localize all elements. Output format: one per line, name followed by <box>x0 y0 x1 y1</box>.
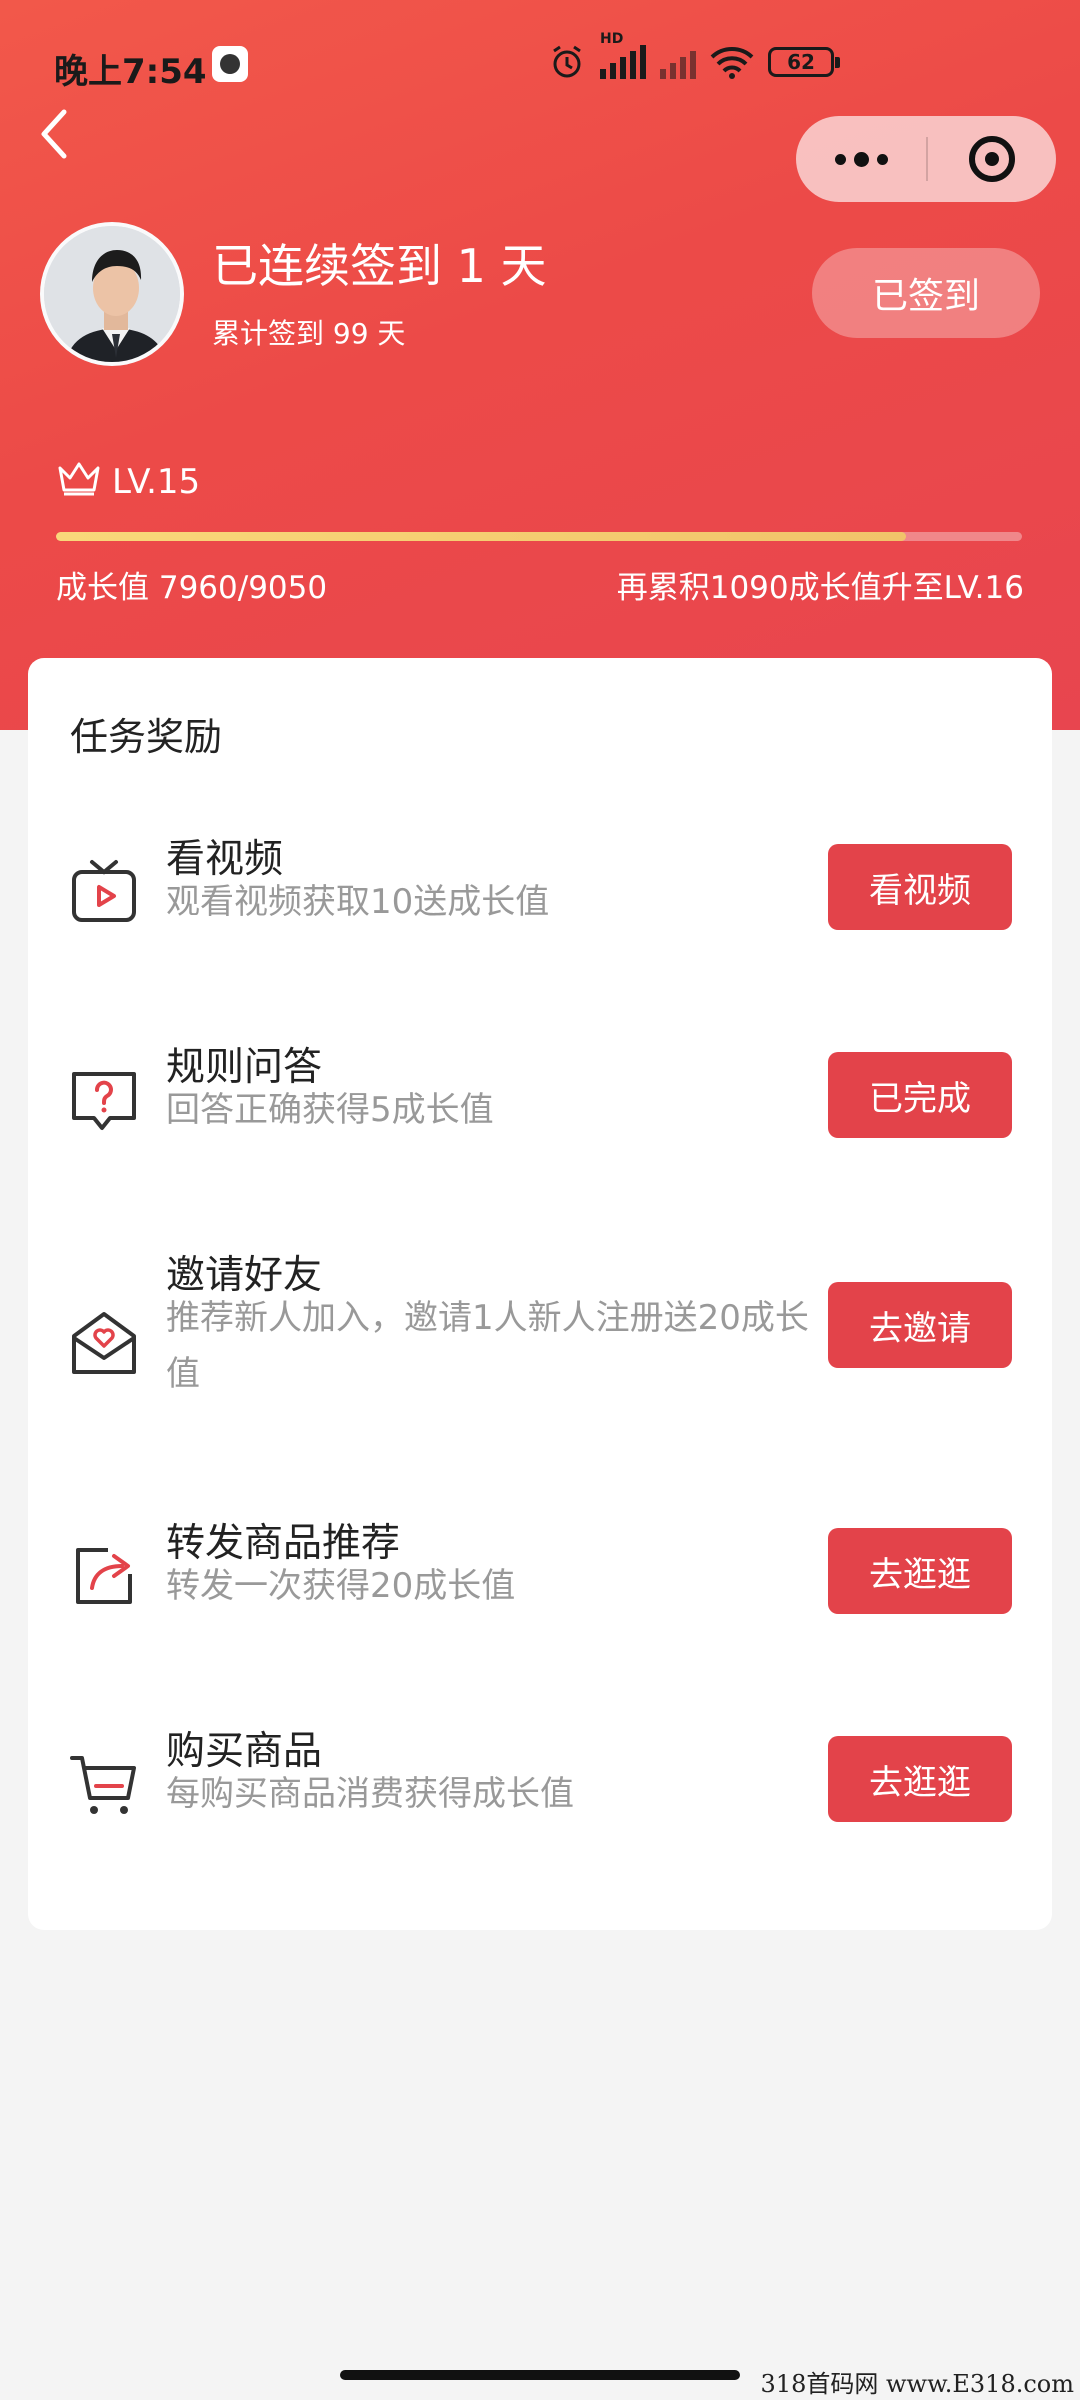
total-checkin-text: 累计签到 99 天 <box>212 317 406 350</box>
wifi-icon <box>710 47 754 79</box>
task-desc: 每购买商品消费获得成长值 <box>166 1774 574 1814</box>
status-bar: 晚上7:54 HD 62 <box>0 0 1080 120</box>
streak-text: 已连续签到 1 天 <box>212 239 547 293</box>
avatar <box>40 222 184 366</box>
task-item-share-products: 转发商品推荐 转发一次获得20成长值 去逛逛 <box>28 1512 1052 1632</box>
tv-play-icon <box>72 860 136 922</box>
task-item-watch-video: 看视频 观看视频获取10送成长值 看视频 <box>28 828 1052 948</box>
task-desc: 回答正确获得5成长值 <box>166 1090 494 1130</box>
more-icon[interactable] <box>796 116 926 202</box>
signed-in-button[interactable]: 已签到 <box>812 248 1040 338</box>
task-item-invite-friends: 邀请好友 推荐新人加入，邀请1人新人注册送20成长值 去邀请 <box>28 1244 1052 1424</box>
next-level-hint: 再累积1090成长值升至LV.16 <box>616 570 1024 606</box>
miniprogram-capsule <box>796 116 1056 202</box>
crown-icon <box>58 462 100 496</box>
task-desc: 推荐新人加入，邀请1人新人注册送20成长值 <box>166 1298 809 1394</box>
card-title: 任务奖励 <box>70 715 223 759</box>
browse-button[interactable]: 去逛逛 <box>828 1736 1012 1822</box>
share-forward-icon <box>76 1548 132 1604</box>
notification-icon <box>212 46 248 82</box>
home-indicator[interactable] <box>340 2370 740 2380</box>
level-label: LV.15 <box>112 462 201 502</box>
close-miniprogram-icon[interactable] <box>928 116 1056 202</box>
signal-hd-icon: HD <box>600 31 646 79</box>
completed-button[interactable]: 已完成 <box>828 1052 1012 1138</box>
level-progress-fill <box>56 532 907 541</box>
signal-icon <box>660 45 696 79</box>
task-item-rules-qa: 规则问答 回答正确获得5成长值 已完成 <box>28 1036 1052 1156</box>
alarm-icon <box>553 45 581 78</box>
question-bubble-icon <box>72 1072 136 1130</box>
status-time: 晚上7:54 <box>54 52 207 92</box>
invite-button[interactable]: 去邀请 <box>828 1282 1012 1368</box>
task-desc: 观看视频获取10送成长值 <box>166 882 550 922</box>
shopping-cart-icon <box>70 1756 136 1814</box>
growth-value: 成长值 7960/9050 <box>56 570 328 606</box>
level-progress-bar <box>56 532 1022 541</box>
task-item-buy-products: 购买商品 每购买商品消费获得成长值 去逛逛 <box>28 1720 1052 1840</box>
hd-label: HD <box>600 31 624 47</box>
task-rewards-card: 任务奖励 看视频 观看视频获取10送成长值 看视频 规则问答 回答正确获得5成长… <box>28 658 1052 1930</box>
watermark: 318首码网 www.E318.com <box>760 2370 1074 2398</box>
task-desc: 转发一次获得20成长值 <box>166 1566 516 1606</box>
watch-video-button[interactable]: 看视频 <box>828 844 1012 930</box>
browse-button[interactable]: 去逛逛 <box>828 1528 1012 1614</box>
envelope-heart-icon <box>72 1312 136 1374</box>
battery-icon: 62 <box>768 47 840 77</box>
back-arrow-icon[interactable] <box>34 104 74 164</box>
